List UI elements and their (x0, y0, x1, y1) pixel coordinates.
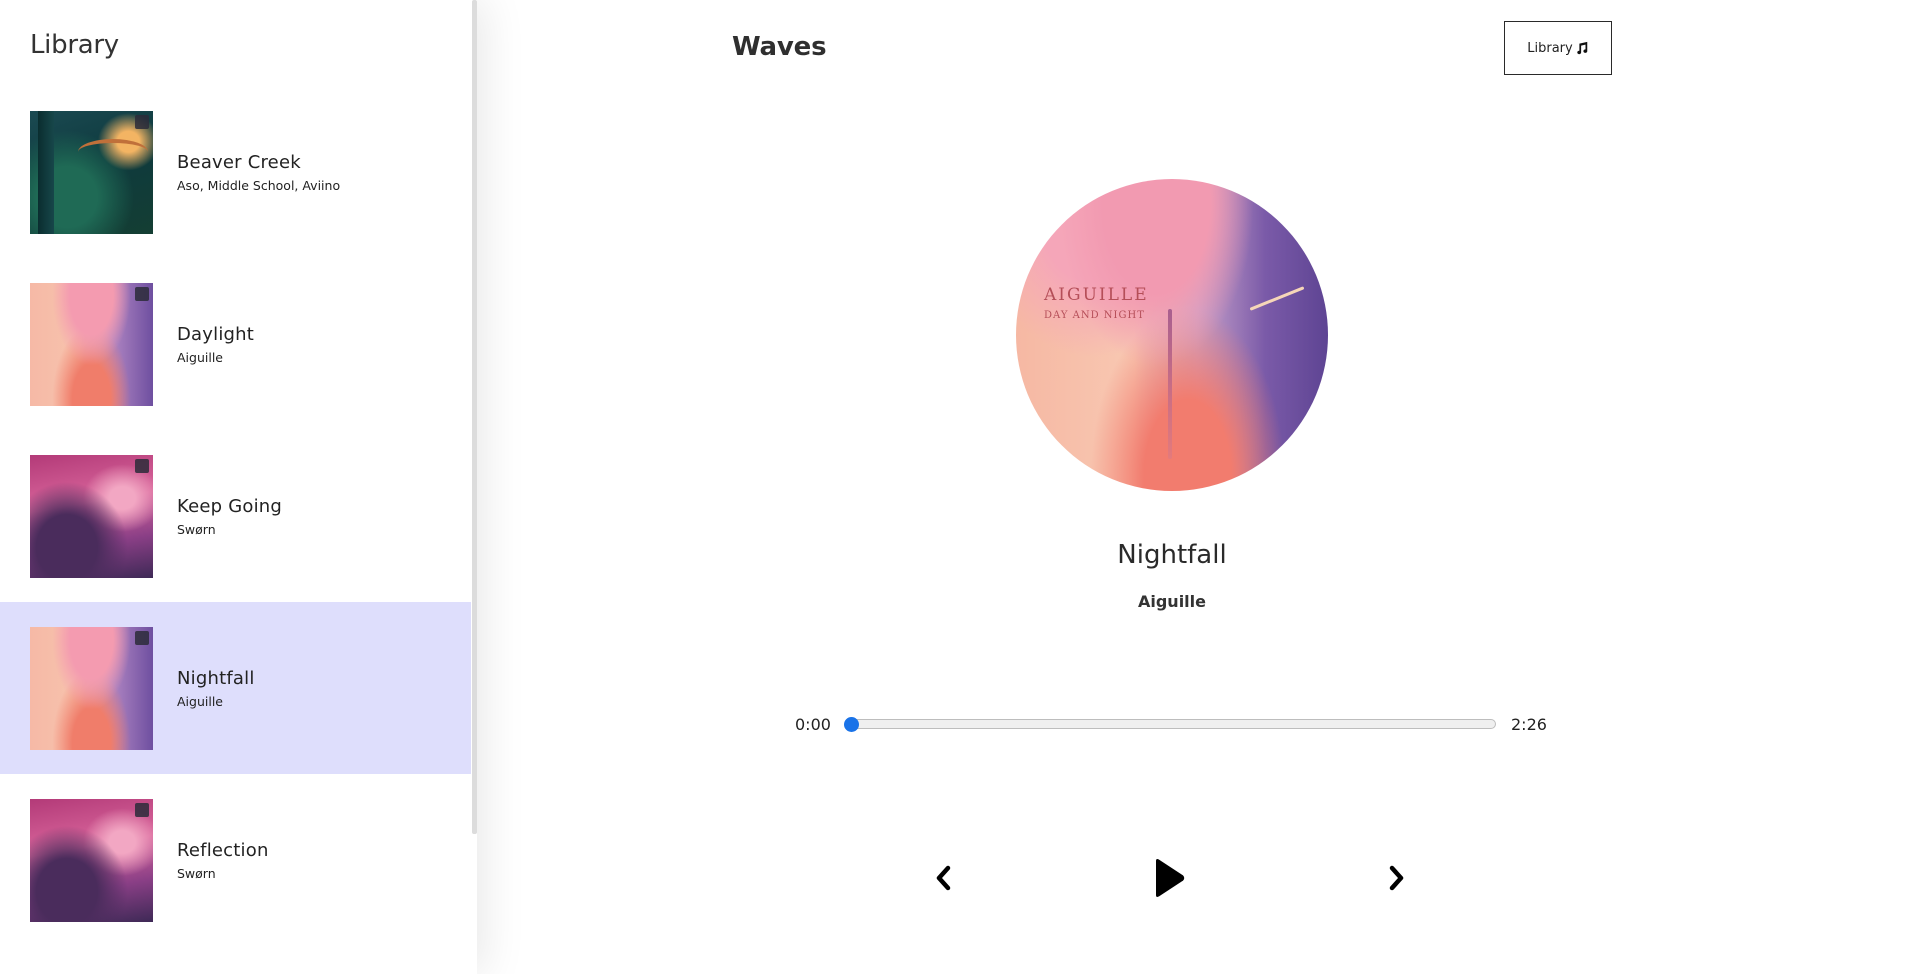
play-button[interactable] (1150, 855, 1188, 901)
library-song-item[interactable]: Reflection Swørn (0, 774, 471, 946)
library-song-item-active[interactable]: Nightfall Aiguille (0, 602, 471, 774)
album-art-title: AIGUILLE (1044, 285, 1149, 305)
album-art-detail (1168, 309, 1172, 459)
album-art: AIGUILLE DAY AND NIGHT (1016, 179, 1328, 491)
song-artist: Aso, Middle School, Aviino (177, 177, 341, 193)
song-artist: Swørn (177, 521, 216, 537)
parental-advisory-icon (135, 114, 149, 129)
parental-advisory-icon (135, 802, 149, 817)
library-panel: Library Beaver Creek Aso, Middle School,… (0, 0, 477, 974)
library-song-item[interactable]: Keep Going Swørn (0, 430, 471, 602)
app-title: Waves (732, 32, 827, 62)
previous-button[interactable] (930, 862, 958, 894)
album-art-subtitle: DAY AND NIGHT (1044, 310, 1145, 321)
album-art-detail (1249, 286, 1305, 311)
song-name: Reflection (177, 839, 269, 861)
library-song-list[interactable]: Beaver Creek Aso, Middle School, Aviino … (0, 86, 471, 974)
library-toggle-button[interactable]: Library (1504, 21, 1612, 75)
music-player-app: Library Beaver Creek Aso, Middle School,… (0, 0, 1917, 974)
parental-advisory-icon (135, 286, 149, 301)
song-artist: Swørn (177, 865, 216, 881)
song-info: Beaver Creek Aso, Middle School, Aviino (177, 152, 340, 193)
library-scrollbar[interactable] (472, 0, 477, 834)
library-song-item[interactable]: Daylight Aiguille (0, 258, 471, 430)
parental-advisory-icon (135, 458, 149, 473)
track-artist: Aiguille (1137, 592, 1206, 611)
seek-slider[interactable] (844, 717, 1496, 732)
play-icon (1156, 859, 1185, 897)
song-artist: Aiguille (177, 349, 223, 365)
current-time: 0:00 (795, 715, 831, 734)
parental-advisory-icon (135, 630, 149, 645)
song-cover-image (30, 798, 153, 922)
song-cover-image (30, 110, 153, 234)
song-info: Keep Going Swørn (177, 496, 282, 537)
seek-slider-thumb[interactable] (844, 717, 859, 732)
library-button-label: Library (1527, 40, 1573, 56)
song-info: Reflection Swørn (177, 840, 269, 881)
song-name: Keep Going (177, 495, 282, 517)
song-name: Daylight (177, 323, 255, 345)
song-artist: Aiguille (177, 693, 223, 709)
song-name: Nightfall (177, 667, 255, 689)
song-cover-image (30, 282, 153, 406)
song-cover-image (30, 454, 153, 578)
library-title: Library (30, 30, 119, 60)
music-note-icon (1577, 41, 1587, 55)
chevron-right-icon (1389, 865, 1404, 891)
library-song-item[interactable]: Beaver Creek Aso, Middle School, Aviino (0, 86, 471, 258)
track-title: Nightfall (1117, 540, 1227, 570)
song-name: Beaver Creek (177, 151, 301, 173)
chevron-left-icon (936, 865, 951, 891)
total-time: 2:26 (1511, 715, 1547, 734)
song-info: Nightfall Aiguille (177, 668, 255, 709)
next-button[interactable] (1382, 862, 1410, 894)
song-info: Daylight Aiguille (177, 324, 254, 365)
song-cover-image (30, 626, 153, 750)
